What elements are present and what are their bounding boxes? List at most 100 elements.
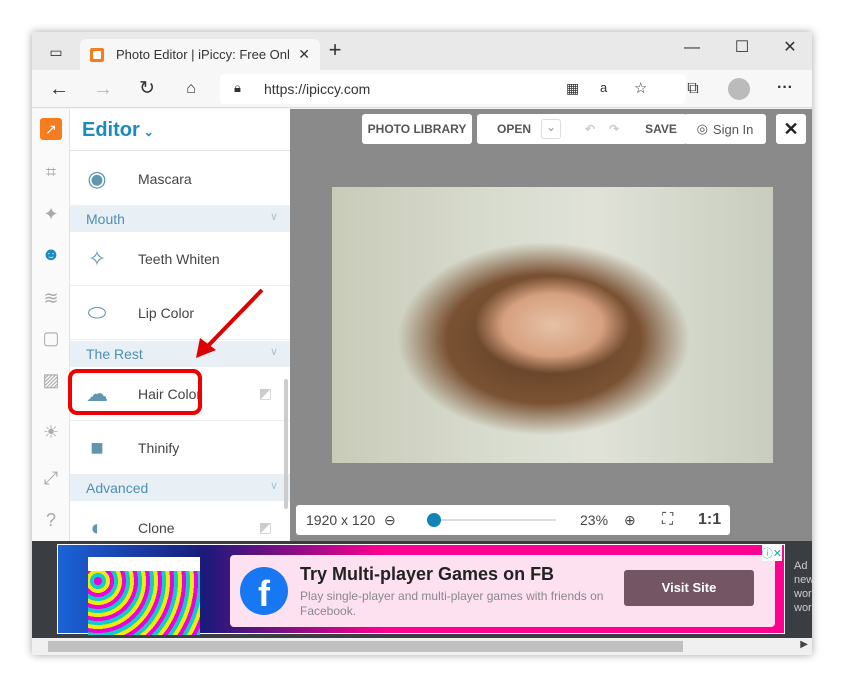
premium-icon: ◩ xyxy=(258,385,272,401)
magic-wand-icon[interactable]: ✦ xyxy=(40,203,62,225)
tool-label: Teeth Whiten xyxy=(138,250,220,267)
face-retouch-icon[interactable]: ☻ xyxy=(40,243,62,265)
profile-avatar[interactable] xyxy=(728,78,750,100)
zoom-slider-handle[interactable] xyxy=(427,513,441,527)
maximize-icon[interactable]: ☐ xyxy=(732,38,752,58)
clone-icon: ◐ xyxy=(90,514,104,540)
side-text: wor xyxy=(794,602,812,614)
scale-icon: ■ xyxy=(90,434,104,460)
redo-icon[interactable]: ↷ xyxy=(609,122,619,136)
bubble-game-image xyxy=(88,557,200,635)
ipiccy-logo-icon[interactable]: ↗ xyxy=(40,118,62,140)
facebook-logo-icon: f xyxy=(240,567,288,615)
section-advanced[interactable]: Advanced ∨ xyxy=(70,475,290,501)
address-bar-row: ← → ↻ ⌂ 🔒︎ https://ipiccy.com ▦ a ☆ ⧉ ··… xyxy=(32,70,812,108)
scrollbar-thumb[interactable] xyxy=(48,641,683,652)
editor-panel: Editor ⌄ ◉ Mascara Mouth ∨ ✧ Teeth Whiten ⬭ L… xyxy=(68,109,290,555)
help-icon[interactable]: ? xyxy=(40,509,62,531)
visit-site-button[interactable]: Visit Site xyxy=(624,570,754,606)
section-mouth[interactable]: Mouth ∨ xyxy=(70,206,290,232)
ipiccy-app: ↗ ⌗ ✦ ☻ ≋ ▢ ▨ ☀ ⤢ ? Editor ⌄ ◉ Mascara Mou… xyxy=(32,109,812,555)
browser-window: ▭ Photo Editor | iPiccy: Free Online ✕ +… xyxy=(32,32,812,655)
url-text: https://ipiccy.com xyxy=(264,81,371,97)
red-arrow-annotation xyxy=(196,288,264,358)
tool-teeth-whiten[interactable]: ✧ Teeth Whiten xyxy=(70,232,290,286)
save-button[interactable]: SAVE xyxy=(645,122,677,136)
side-text: wor xyxy=(794,588,812,600)
open-button[interactable]: OPEN xyxy=(497,122,531,136)
side-text: new xyxy=(794,574,812,586)
zoom-slider[interactable] xyxy=(427,513,556,527)
tool-thinify[interactable]: ■ Thinify xyxy=(70,421,290,475)
apps-icon[interactable]: ▦ xyxy=(566,80,579,97)
ad-creative[interactable]: f Try Multi-player Games on FB Play sing… xyxy=(57,544,785,635)
frame-icon[interactable]: ▢ xyxy=(40,327,62,349)
open-dropdown-icon[interactable]: ⌄ xyxy=(541,119,562,139)
tool-label: Lip Color xyxy=(138,304,195,321)
section-label: The Rest xyxy=(86,346,143,362)
photo-image xyxy=(332,187,773,463)
resize-icon[interactable]: ⤢ xyxy=(40,467,62,489)
read-aloud-icon[interactable]: a xyxy=(600,80,607,95)
zoom-in-icon[interactable]: ⊕ xyxy=(624,512,636,529)
browser-tab[interactable]: Photo Editor | iPiccy: Free Online ✕ xyxy=(80,39,320,70)
back-icon[interactable]: ← xyxy=(48,79,70,99)
photo-library-button[interactable]: PHOTO LIBRARY xyxy=(362,114,472,144)
editor-title: Editor xyxy=(82,119,140,141)
editor-menu[interactable]: Editor ⌄ xyxy=(70,109,290,151)
chevron-down-icon: ∨ xyxy=(269,346,278,358)
close-editor-button[interactable]: ✕ xyxy=(776,114,806,144)
section-label: Advanced xyxy=(86,480,149,496)
home-icon[interactable]: ⌂ xyxy=(180,79,202,99)
actual-size-button[interactable]: 1:1 xyxy=(698,511,721,529)
tab-actions-icon[interactable]: ▭ xyxy=(46,42,66,62)
highlight-box xyxy=(68,369,202,415)
ad-title: Try Multi-player Games on FB xyxy=(300,564,555,584)
panel-scrollbar[interactable] xyxy=(284,379,288,509)
close-tab-icon[interactable]: ✕ xyxy=(298,46,310,63)
ad-body: Play single-player and multi-player game… xyxy=(300,589,604,618)
ad-choices-icon[interactable]: ⓘ✕ xyxy=(761,545,782,561)
horizontal-scrollbar[interactable]: ▶ xyxy=(32,638,812,655)
sign-in-button[interactable]: ◎ Sign In xyxy=(684,114,766,144)
ad-banner: f Try Multi-player Games on FB Play sing… xyxy=(32,541,812,638)
fit-screen-icon[interactable]: ⛶ xyxy=(662,511,673,529)
refresh-icon[interactable]: ↻ xyxy=(136,79,158,99)
tool-strip: ↗ ⌗ ✦ ☻ ≋ ▢ ▨ ☀ ⤢ ? xyxy=(32,109,70,541)
tool-label: Thinify xyxy=(138,439,180,456)
lightbulb-icon[interactable]: ☀ xyxy=(40,421,62,443)
open-save-toolbar: OPEN ⌄ ↶ ↷ SAVE xyxy=(477,114,687,144)
premium-icon: ◩ xyxy=(258,519,272,535)
texture-icon[interactable]: ▨ xyxy=(40,369,62,391)
tab-bar: ▭ Photo Editor | iPiccy: Free Online ✕ +… xyxy=(32,32,812,70)
chevron-down-icon: ⌄ xyxy=(143,125,154,139)
close-window-icon[interactable]: ✕ xyxy=(780,38,800,58)
ipiccy-favicon-icon xyxy=(90,47,104,62)
zoom-level: 23% xyxy=(580,512,609,528)
tooth-icon: ✧ xyxy=(87,245,107,271)
sign-in-label: Sign In xyxy=(712,121,754,137)
forward-icon[interactable]: → xyxy=(92,79,114,99)
section-label: Mouth xyxy=(86,211,125,227)
minimize-icon[interactable]: — xyxy=(682,38,702,58)
scroll-right-icon[interactable]: ▶ xyxy=(800,639,808,650)
lips-icon: ⬭ xyxy=(87,299,107,325)
zoom-out-icon[interactable]: ⊖ xyxy=(384,512,396,529)
ad-side-text: Ad new wor wor xyxy=(794,559,812,615)
tool-label: Clone xyxy=(138,519,175,536)
tab-title: Photo Editor | iPiccy: Free Online xyxy=(116,47,291,62)
url-input[interactable]: 🔒︎ https://ipiccy.com ▦ a ☆ xyxy=(220,74,686,104)
layers-icon[interactable]: ≋ xyxy=(40,287,62,309)
chevron-down-icon: ∨ xyxy=(269,480,278,492)
side-text: Ad xyxy=(794,560,808,572)
collections-icon[interactable]: ⧉ xyxy=(682,79,704,99)
tool-mascara[interactable]: ◉ Mascara xyxy=(70,152,290,206)
crop-icon[interactable]: ⌗ xyxy=(40,161,62,183)
zoom-bar: 1920 x 120 ⊖ 23% ⊕ ⛶ 1:1 xyxy=(296,505,730,535)
canvas-area: PHOTO LIBRARY OPEN ⌄ ↶ ↷ SAVE ◎ Sign In ✕… xyxy=(290,109,812,541)
favorites-icon[interactable]: ☆ xyxy=(634,79,647,97)
more-icon[interactable]: ··· xyxy=(774,78,796,98)
undo-icon[interactable]: ↶ xyxy=(585,122,595,136)
tool-label: Mascara xyxy=(138,170,192,187)
new-tab-icon[interactable]: + xyxy=(324,39,346,61)
